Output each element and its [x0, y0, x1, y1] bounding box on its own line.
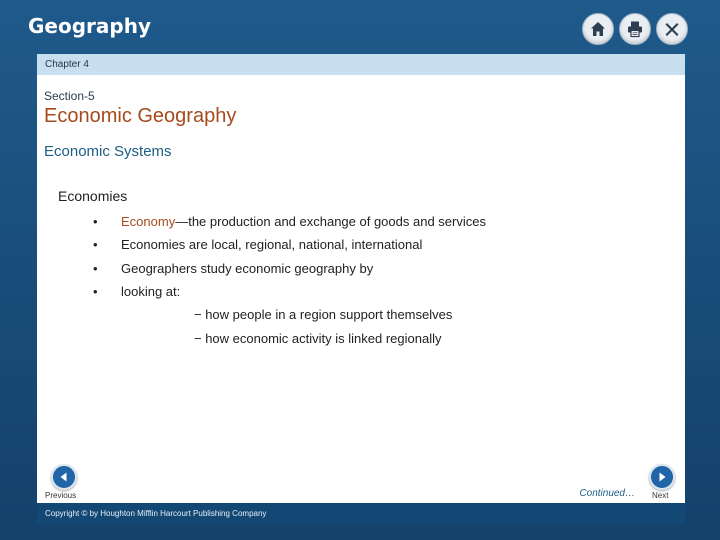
bullet-marker: • [93, 284, 98, 299]
home-icon [591, 22, 605, 36]
print-button[interactable] [619, 13, 651, 45]
previous-button[interactable] [51, 464, 77, 490]
bullet-marker: • [93, 214, 98, 229]
bullet-text: Economies are local, regional, national,… [121, 237, 423, 252]
sub-item: − how people in a region support themsel… [194, 307, 453, 322]
bullet-text: Geographers study economic geography by [121, 261, 374, 276]
bullet-text: —the production and exchange of goods an… [175, 214, 486, 229]
sub-item: − how economic activity is linked region… [194, 331, 442, 346]
next-button[interactable] [649, 464, 675, 490]
bullet-item: • looking at: [93, 284, 180, 299]
page-subtitle: Economic Systems [44, 143, 172, 160]
page-title: Economic Geography [44, 105, 237, 127]
slide-frame: Geography Chapter 4 Section-5 Economic G… [0, 0, 720, 540]
copyright-text: Copyright © by Houghton Mifflin Harcourt… [45, 509, 267, 518]
home-button[interactable] [582, 13, 614, 45]
topic-heading: Economies [58, 188, 128, 204]
bullet-item: • Geographers study economic geography by [93, 261, 373, 276]
section-label: Section-5 [44, 89, 95, 103]
bullet-marker: • [93, 261, 98, 276]
slide-content: Section-5 Economic Geography Economic Sy… [37, 75, 685, 503]
continued-label: Continued… [579, 488, 635, 499]
bullet-marker: • [93, 237, 98, 252]
top-toolbar [582, 13, 688, 45]
chapter-bar: Chapter 4 [37, 54, 685, 75]
footer-bar: Copyright © by Houghton Mifflin Harcourt… [37, 503, 685, 525]
close-icon [665, 23, 679, 36]
key-term: Economy [121, 214, 176, 229]
bullet-item: • Economies are local, regional, national… [93, 237, 422, 252]
next-label[interactable]: Next [652, 491, 668, 500]
previous-label[interactable]: Previous [45, 491, 76, 500]
print-icon [628, 21, 642, 38]
close-button[interactable] [656, 13, 688, 45]
bullet-text: looking at: [121, 284, 181, 299]
arrow-left-icon [60, 472, 67, 482]
arrow-right-icon [659, 472, 666, 482]
app-title: Geography [28, 14, 151, 38]
bullet-item: • Economy—the production and exchange of … [93, 214, 486, 229]
chapter-label: Chapter 4 [45, 59, 89, 70]
